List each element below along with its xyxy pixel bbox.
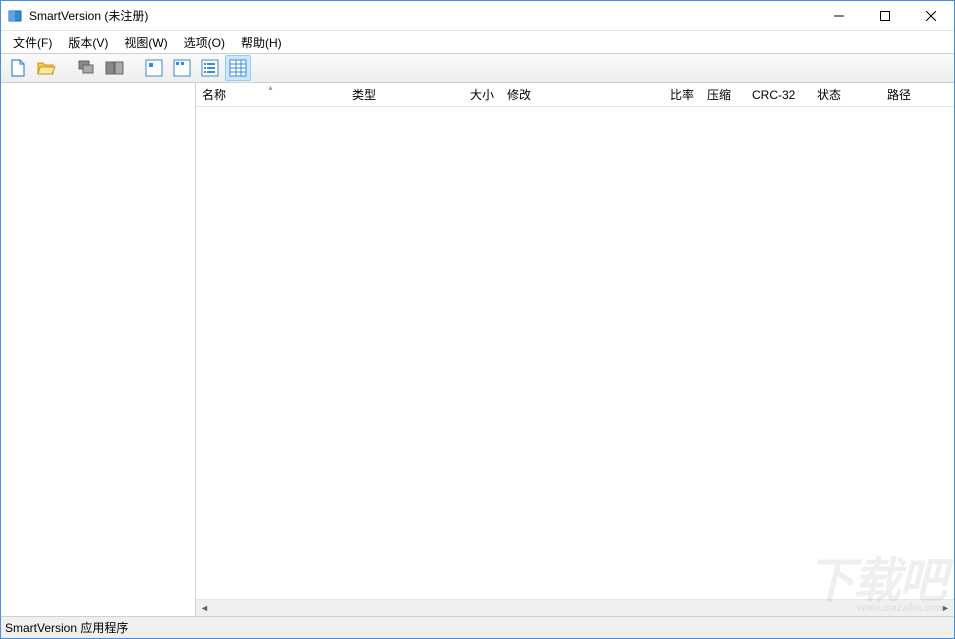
column-status[interactable]: 状态	[811, 83, 881, 106]
app-icon	[7, 8, 23, 24]
column-path[interactable]: 路径	[881, 83, 941, 106]
details-view-button[interactable]	[225, 55, 251, 81]
new-file-button[interactable]	[5, 55, 31, 81]
list-header: 名称 ▴ 类型 大小 修改 比率 压缩 CR	[196, 83, 954, 107]
column-crc32[interactable]: CRC-32	[746, 83, 811, 106]
column-label: 大小	[470, 86, 494, 103]
window-title: SmartVersion (未注册)	[29, 7, 816, 24]
list-body[interactable]	[196, 107, 954, 599]
toolbar	[1, 53, 954, 83]
list-view-button[interactable]	[197, 55, 223, 81]
sort-ascending-icon: ▴	[268, 83, 272, 92]
column-label: 名称	[202, 86, 226, 103]
scroll-left-button[interactable]: ◄	[196, 600, 213, 617]
scroll-right-button[interactable]: ►	[937, 600, 954, 617]
scroll-track[interactable]	[213, 600, 937, 616]
menu-file[interactable]: 文件(F)	[5, 32, 60, 53]
column-name[interactable]: 名称 ▴	[196, 83, 346, 106]
small-icons-view-button[interactable]	[169, 55, 195, 81]
status-text: SmartVersion 应用程序	[5, 619, 128, 636]
content-area: 名称 ▴ 类型 大小 修改 比率 压缩 CR	[1, 83, 954, 616]
menu-options[interactable]: 选项(O)	[176, 32, 233, 53]
titlebar: SmartVersion (未注册)	[1, 1, 954, 31]
tree-pane[interactable]	[1, 83, 196, 616]
column-label: 压缩	[707, 86, 731, 103]
large-icons-view-button[interactable]	[141, 55, 167, 81]
statusbar: SmartVersion 应用程序	[1, 616, 954, 638]
column-label: 修改	[507, 86, 531, 103]
list-pane: 名称 ▴ 类型 大小 修改 比率 压缩 CR	[196, 83, 954, 616]
column-label: 路径	[887, 86, 911, 103]
column-type[interactable]: 类型	[346, 83, 451, 106]
app-window: SmartVersion (未注册) 文件(F) 版本(V) 视图(W) 选项(…	[0, 0, 955, 639]
maximize-button[interactable]	[862, 1, 908, 30]
menu-version[interactable]: 版本(V)	[60, 32, 116, 53]
open-folder-button[interactable]	[33, 55, 59, 81]
menu-view[interactable]: 视图(W)	[116, 32, 175, 53]
close-button[interactable]	[908, 1, 954, 30]
column-label: 类型	[352, 86, 376, 103]
window-cascade-button[interactable]	[73, 55, 99, 81]
column-size[interactable]: 大小	[451, 83, 501, 106]
column-label: 比率	[670, 86, 694, 103]
column-modified[interactable]: 修改	[501, 83, 631, 106]
column-compression[interactable]: 压缩	[701, 83, 746, 106]
column-label: 状态	[817, 86, 841, 103]
column-label: CRC-32	[752, 88, 795, 102]
column-ratio[interactable]: 比率	[631, 83, 701, 106]
horizontal-scrollbar[interactable]: ◄ ►	[196, 599, 954, 616]
minimize-button[interactable]	[816, 1, 862, 30]
window-tile-button[interactable]	[101, 55, 127, 81]
window-controls	[816, 1, 954, 30]
menubar: 文件(F) 版本(V) 视图(W) 选项(O) 帮助(H)	[1, 31, 954, 53]
menu-help[interactable]: 帮助(H)	[233, 32, 290, 53]
